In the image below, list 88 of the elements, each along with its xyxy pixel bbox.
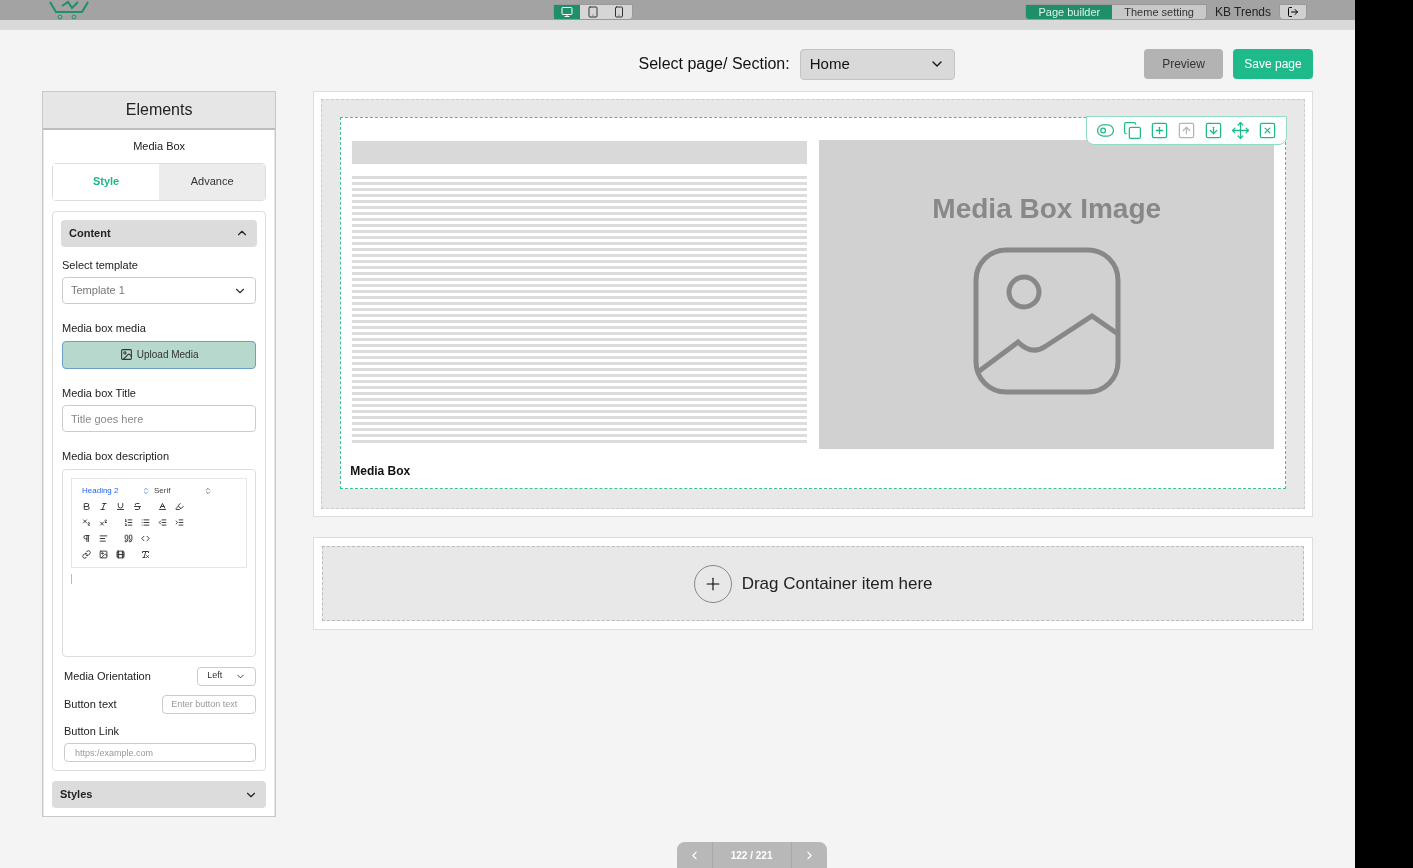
align-icon	[99, 533, 108, 543]
field-label: Media box Title	[62, 385, 137, 401]
image-icon	[971, 246, 1122, 396]
toggle-icon	[1096, 121, 1115, 140]
pilcrow-button[interactable]	[82, 533, 91, 543]
clear-format-button[interactable]	[141, 549, 150, 559]
clear-format-icon	[141, 549, 150, 559]
text-color-button[interactable]	[158, 501, 167, 511]
title-input-field[interactable]: Title goes here	[62, 405, 257, 432]
updown-icon	[204, 486, 212, 495]
numbered-list-button[interactable]	[124, 517, 133, 527]
mode-tab[interactable]: Theme setting	[1112, 5, 1206, 19]
font-select[interactable]: Serif	[154, 484, 212, 497]
film-button[interactable]	[116, 549, 125, 559]
button-text-field[interactable]: Enter button text	[162, 694, 257, 714]
italic-button[interactable]	[99, 501, 108, 511]
field-label: Button Link	[64, 723, 120, 739]
field-label: Select template	[62, 257, 139, 273]
field-label: Media box description	[62, 449, 170, 464]
code-icon	[141, 533, 150, 543]
add-icon	[1150, 121, 1169, 140]
indent-icon	[175, 517, 184, 527]
logout-button[interactable]	[1279, 4, 1307, 20]
accordion-header[interactable]: Content	[61, 219, 258, 247]
image-button[interactable]	[99, 549, 108, 559]
link-icon	[82, 549, 91, 559]
superscript-icon	[99, 517, 108, 527]
bullet-list-button[interactable]	[141, 517, 150, 527]
cart-logo-icon	[48, 0, 90, 20]
monitor-icon	[560, 6, 573, 18]
template-dropdown[interactable]: Template 1	[62, 277, 257, 304]
arrow-up-icon	[1177, 121, 1196, 140]
accordion-header[interactable]: Styles	[52, 781, 267, 808]
highlight-button[interactable]	[175, 501, 184, 511]
strikethrough-button[interactable]	[133, 501, 142, 511]
mode-tab[interactable]: Page builder	[1026, 5, 1113, 19]
align-button[interactable]	[99, 533, 108, 543]
panel-title: Elements	[125, 100, 193, 120]
heading-select[interactable]: Heading 2	[82, 484, 150, 497]
underline-icon	[116, 501, 125, 511]
orientation-dropdown[interactable]: Left	[197, 666, 257, 686]
preview-button[interactable]: Preview	[1144, 49, 1223, 79]
text-color-icon	[158, 501, 167, 511]
subscript-icon	[82, 517, 91, 527]
bold-button[interactable]	[82, 501, 91, 511]
outdent-icon	[158, 517, 167, 527]
field-label: Media box media	[62, 321, 147, 336]
upload-media-button[interactable]: Upload Media	[62, 340, 257, 369]
page-dropdown[interactable]: Home	[799, 48, 955, 80]
indent-button[interactable]	[175, 517, 184, 527]
italic-icon	[99, 501, 108, 511]
image-placeholder-title: Media Box Image	[932, 192, 1162, 226]
button-link-field[interactable]: https:/example.com	[64, 743, 257, 762]
subscript-button[interactable]	[82, 517, 91, 527]
highlight-icon	[175, 501, 184, 511]
logout-icon	[1287, 6, 1299, 18]
drop-hint: Drag Container item here	[741, 572, 933, 595]
field-label: Media Orientation	[64, 668, 151, 684]
tablet-icon	[586, 6, 599, 18]
store-name: KB Trends	[1214, 4, 1271, 20]
pilcrow-icon	[82, 533, 91, 543]
updown-icon	[142, 486, 150, 495]
device-button[interactable]	[553, 5, 580, 19]
field-label: Button text	[64, 696, 117, 712]
duplicate-icon	[1123, 121, 1142, 140]
arrow-down-icon	[1204, 121, 1223, 140]
superscript-button[interactable]	[99, 517, 108, 527]
block-label: Media Box	[350, 463, 412, 480]
quote-icon	[124, 533, 133, 543]
element-name: Media Box	[132, 139, 187, 154]
bullet-list-icon	[141, 517, 150, 527]
page-counter: 122 / 221	[729, 848, 774, 863]
outdent-button[interactable]	[158, 517, 167, 527]
image-icon	[119, 348, 133, 361]
phone-icon	[612, 6, 625, 18]
underline-button[interactable]	[116, 501, 125, 511]
tab[interactable]: Advance	[159, 163, 266, 200]
quote-button[interactable]	[124, 533, 133, 543]
film-icon	[116, 549, 125, 559]
numbered-list-icon	[124, 517, 133, 527]
move-icon	[1231, 121, 1250, 140]
image-icon	[99, 549, 108, 559]
bold-icon	[82, 501, 91, 511]
page-select-label: Select page/ Section:	[638, 54, 790, 74]
link-button[interactable]	[82, 549, 91, 559]
close-icon	[1258, 121, 1277, 140]
code-button[interactable]	[141, 533, 150, 543]
strikethrough-icon	[133, 501, 142, 511]
